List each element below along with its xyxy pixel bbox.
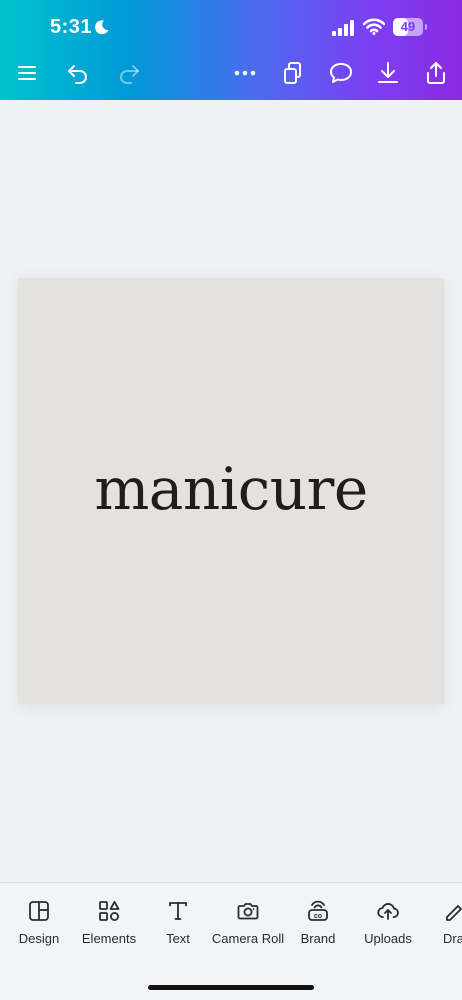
- layout-icon: [29, 901, 49, 921]
- share-icon[interactable]: [423, 60, 449, 86]
- tool-elements-label: Elements: [81, 931, 137, 946]
- menu-icon[interactable]: [14, 60, 40, 86]
- tool-brand[interactable]: co Brand: [278, 899, 358, 959]
- tool-draw-label: Dra: [443, 931, 462, 946]
- design-title-text[interactable]: manicure: [18, 454, 444, 524]
- camera-icon: [237, 903, 259, 920]
- battery-tip: [425, 24, 427, 30]
- design-page[interactable]: manicure: [18, 278, 444, 704]
- pages-icon[interactable]: [280, 60, 306, 86]
- tool-draw[interactable]: Dra: [424, 899, 462, 959]
- battery-level: 49: [400, 19, 416, 34]
- status-bar: 5:31 49: [0, 0, 462, 52]
- moon-icon: [95, 20, 109, 35]
- tool-design-label: Design: [18, 931, 60, 946]
- battery-indicator: 49: [393, 18, 423, 36]
- redo-icon[interactable]: [116, 60, 142, 86]
- status-time: 5:31: [50, 16, 93, 38]
- more-icon[interactable]: [232, 60, 258, 86]
- bottom-tool-bar: Design Elements Text Camera Roll co Bran…: [0, 882, 462, 1000]
- tool-design[interactable]: Design: [0, 899, 79, 959]
- tool-uploads[interactable]: Uploads: [348, 899, 428, 959]
- wifi-icon: [363, 18, 385, 35]
- home-indicator[interactable]: [148, 985, 314, 990]
- upload-cloud-icon: [377, 903, 399, 920]
- tool-text-label: Text: [166, 931, 190, 946]
- comment-icon[interactable]: [328, 60, 354, 86]
- shapes-icon: [99, 901, 120, 921]
- tool-text[interactable]: Text: [138, 899, 218, 959]
- brand-icon: co: [308, 900, 328, 921]
- tool-camera-roll[interactable]: Camera Roll: [208, 899, 288, 959]
- top-toolbar: 5:31 49: [0, 0, 462, 100]
- download-icon[interactable]: [375, 60, 401, 86]
- tool-elements[interactable]: Elements: [69, 899, 149, 959]
- draw-icon: [446, 905, 462, 921]
- undo-icon[interactable]: [65, 60, 91, 86]
- svg-text:co: co: [314, 913, 322, 920]
- text-icon: [169, 902, 187, 920]
- tool-uploads-label: Uploads: [364, 931, 412, 946]
- tool-brand-label: Brand: [300, 931, 336, 946]
- cellular-signal-icon: [332, 20, 354, 36]
- tool-camera-roll-label: Camera Roll: [211, 931, 285, 946]
